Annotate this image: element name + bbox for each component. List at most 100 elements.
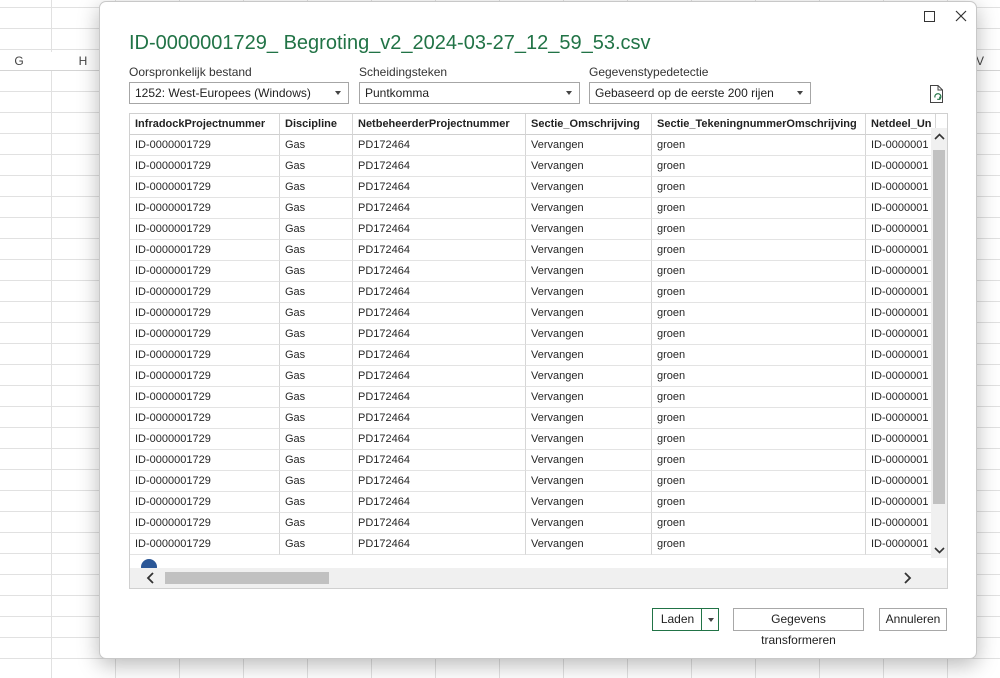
column-header[interactable]: InfradockProjectnummer <box>130 114 280 135</box>
table-cell: PD172464 <box>353 387 526 408</box>
maximize-button[interactable] <box>919 6 939 26</box>
delimiter-select[interactable]: Puntkomma <box>359 82 580 104</box>
table-cell: ID-0000001729 <box>130 198 280 219</box>
table-cell: Gas <box>280 534 353 555</box>
table-cell: ID-0000001 <box>866 219 936 240</box>
transform-data-button[interactable]: Gegevens transformeren <box>733 608 864 647</box>
table-cell: ID-0000001 <box>866 198 936 219</box>
table-cell: ID-0000001 <box>866 408 936 429</box>
scroll-left-button[interactable] <box>142 570 158 586</box>
table-cell: ID-0000001 <box>866 492 936 513</box>
table-cell: Vervangen <box>526 135 652 156</box>
refresh-preview-button[interactable] <box>928 84 946 104</box>
table-cell: ID-0000001729 <box>130 240 280 261</box>
table-cell: Gas <box>280 471 353 492</box>
table-cell: ID-0000001 <box>866 450 936 471</box>
table-cell: ID-0000001729 <box>130 366 280 387</box>
table-cell: PD172464 <box>353 282 526 303</box>
table-cell: PD172464 <box>353 135 526 156</box>
table-cell: Vervangen <box>526 513 652 534</box>
table-cell: groen <box>652 387 866 408</box>
table-cell: ID-0000001 <box>866 303 936 324</box>
maximize-icon <box>923 10 935 22</box>
vertical-scroll-thumb[interactable] <box>933 150 945 504</box>
chevron-left-icon <box>146 572 154 584</box>
table-cell: Gas <box>280 240 353 261</box>
table-cell: ID-0000001 <box>866 135 936 156</box>
chevron-down-icon <box>797 91 803 95</box>
detection-select-value: Gebaseerd op de eerste 200 rijen <box>595 86 774 100</box>
origin-select[interactable]: 1252: West-Europees (Windows) <box>129 82 349 104</box>
table-cell: Vervangen <box>526 324 652 345</box>
table-cell: PD172464 <box>353 345 526 366</box>
table-cell: Gas <box>280 450 353 471</box>
close-icon <box>955 10 967 22</box>
table-cell: ID-0000001729 <box>130 492 280 513</box>
column-header[interactable]: Discipline <box>280 114 353 135</box>
table-cell: ID-0000001 <box>866 156 936 177</box>
table-cell: Vervangen <box>526 156 652 177</box>
load-options-button[interactable] <box>701 608 719 631</box>
table-cell: groen <box>652 345 866 366</box>
table-cell: groen <box>652 513 866 534</box>
scroll-down-button[interactable] <box>931 542 947 558</box>
table-cell: ID-0000001729 <box>130 135 280 156</box>
table-cell: groen <box>652 177 866 198</box>
table-cell: groen <box>652 534 866 555</box>
table-cell: ID-0000001729 <box>130 219 280 240</box>
table-cell: Vervangen <box>526 471 652 492</box>
detection-select[interactable]: Gebaseerd op de eerste 200 rijen <box>589 82 811 104</box>
table-cell: PD172464 <box>353 429 526 450</box>
dialog-title: ID-0000001729_ Begroting_v2_2024-03-27_1… <box>129 32 651 54</box>
table-cell: groen <box>652 282 866 303</box>
scroll-up-button[interactable] <box>931 128 947 144</box>
table-cell: ID-0000001729 <box>130 177 280 198</box>
table-cell: PD172464 <box>353 471 526 492</box>
delimiter-select-value: Puntkomma <box>365 86 430 100</box>
table-cell: groen <box>652 156 866 177</box>
column-header[interactable]: Netdeel_Un <box>866 114 936 135</box>
scroll-right-button[interactable] <box>900 570 916 586</box>
table-cell: groen <box>652 219 866 240</box>
table-cell: PD172464 <box>353 513 526 534</box>
vertical-scrollbar[interactable] <box>931 128 947 558</box>
table-cell: ID-0000001729 <box>130 513 280 534</box>
table-cell: Vervangen <box>526 198 652 219</box>
column-header-g[interactable]: G <box>0 52 51 71</box>
column-header[interactable]: Sectie_TekeningnummerOmschrijving <box>652 114 866 135</box>
table-cell: PD172464 <box>353 492 526 513</box>
table-cell: PD172464 <box>353 408 526 429</box>
cancel-button[interactable]: Annuleren <box>879 608 947 631</box>
table-cell: Vervangen <box>526 492 652 513</box>
table-cell: ID-0000001 <box>866 345 936 366</box>
table-cell: groen <box>652 198 866 219</box>
horizontal-scroll-thumb[interactable] <box>165 572 329 584</box>
table-cell: Vervangen <box>526 345 652 366</box>
table-cell: Gas <box>280 261 353 282</box>
table-cell: Vervangen <box>526 282 652 303</box>
table-cell: Vervangen <box>526 534 652 555</box>
table-cell: groen <box>652 429 866 450</box>
close-button[interactable] <box>951 6 971 26</box>
table-cell: groen <box>652 303 866 324</box>
table-cell: Vervangen <box>526 387 652 408</box>
table-cell: ID-0000001 <box>866 324 936 345</box>
table-cell: ID-0000001729 <box>130 450 280 471</box>
table-cell: ID-0000001729 <box>130 471 280 492</box>
chevron-down-icon <box>335 91 341 95</box>
table-cell: PD172464 <box>353 240 526 261</box>
table-cell: Vervangen <box>526 303 652 324</box>
horizontal-scrollbar[interactable] <box>130 568 947 588</box>
column-header[interactable]: Sectie_Omschrijving <box>526 114 652 135</box>
table-cell: Gas <box>280 156 353 177</box>
table-cell: groen <box>652 450 866 471</box>
table-cell: Vervangen <box>526 408 652 429</box>
table-cell: Gas <box>280 429 353 450</box>
csv-import-dialog: ID-0000001729_ Begroting_v2_2024-03-27_1… <box>99 1 977 659</box>
column-header[interactable]: NetbeheerderProjectnummer <box>353 114 526 135</box>
table-cell: ID-0000001 <box>866 261 936 282</box>
table-cell: PD172464 <box>353 303 526 324</box>
table-cell: Gas <box>280 387 353 408</box>
load-button[interactable]: Laden <box>652 608 703 631</box>
table-cell: PD172464 <box>353 324 526 345</box>
